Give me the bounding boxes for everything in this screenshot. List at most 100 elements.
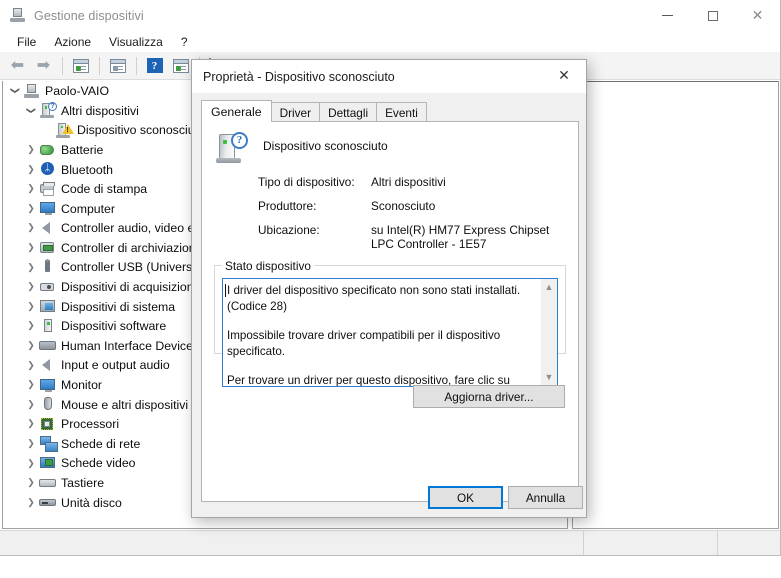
window-controls: ✕ — [645, 0, 780, 31]
mouse-icon — [39, 396, 56, 412]
property-value: su Intel(R) HM77 Express Chipset LPC Con… — [371, 223, 556, 251]
maximize-button[interactable] — [690, 0, 735, 31]
device-status-group: Stato dispositivo I driver del dispositi… — [214, 259, 566, 354]
chevron-right-icon[interactable]: ❯ — [23, 281, 39, 292]
device-status-text: I driver del dispositivo specificato non… — [223, 279, 540, 386]
chevron-right-icon[interactable]: ❯ — [23, 164, 39, 175]
group-legend: Stato dispositivo — [222, 259, 314, 273]
tree-item-label: Processori — [61, 417, 119, 430]
chevron-down-icon[interactable]: ❯ — [26, 102, 37, 118]
chevron-down-icon[interactable]: ▼ — [541, 369, 557, 386]
tree-item-label: Code di stampa — [61, 182, 147, 195]
properties-window-icon — [73, 59, 89, 73]
forward-button[interactable]: ➡ — [31, 54, 56, 78]
menu-help[interactable]: ? — [172, 33, 197, 51]
chevron-down-icon[interactable]: ❯ — [10, 83, 21, 99]
property-row-device-type: Tipo di dispositivo: Altri dispositivi — [258, 175, 568, 189]
chevron-right-icon[interactable]: ❯ — [23, 242, 39, 253]
tab-generale[interactable]: Generale — [201, 100, 272, 122]
chevron-right-icon[interactable]: ❯ — [23, 301, 39, 312]
storage-controller-icon — [39, 240, 56, 256]
chevron-right-icon[interactable]: ❯ — [23, 360, 39, 371]
minimize-button[interactable] — [645, 0, 690, 31]
arrow-left-icon: ⬅ — [11, 58, 24, 74]
chevron-right-icon[interactable]: ❯ — [23, 379, 39, 390]
tree-item-label: Controller di archiviazione — [61, 241, 202, 254]
tab-panel-generale: ? Dispositivo sconosciuto Tipo di dispos… — [201, 121, 579, 502]
window-titlebar: Gestione dispositivi ✕ — [0, 0, 780, 31]
status-line-2: Impossibile trovare driver compatibili p… — [227, 328, 535, 359]
tree-item-label: Dispositivo sconosciuto — [77, 123, 205, 136]
properties-button[interactable] — [68, 54, 93, 78]
close-button[interactable]: ✕ — [735, 0, 780, 31]
menu-visualizza[interactable]: Visualizza — [100, 33, 172, 51]
chevron-right-icon[interactable]: ❯ — [23, 183, 39, 194]
tree-item-label: Computer — [61, 202, 115, 215]
property-label: Produttore: — [258, 199, 371, 213]
arrow-right-icon: ➡ — [37, 58, 50, 74]
chevron-up-icon[interactable]: ▲ — [541, 279, 557, 296]
cancel-button[interactable]: Annulla — [508, 486, 583, 509]
scan-hardware-button[interactable] — [168, 54, 193, 78]
chevron-right-icon[interactable]: ❯ — [23, 418, 39, 429]
device-status-textbox[interactable]: I driver del dispositivo specificato non… — [222, 278, 558, 387]
tree-item-label: Paolo-VAIO — [45, 84, 109, 97]
details-pane — [572, 81, 779, 529]
tab-driver[interactable]: Driver — [271, 102, 320, 122]
speaker-icon — [39, 220, 56, 236]
chevron-right-icon[interactable]: ❯ — [23, 497, 39, 508]
statusbar-message — [0, 531, 584, 555]
menu-file[interactable]: File — [8, 33, 45, 51]
help-button[interactable]: ? — [142, 54, 167, 78]
usb-icon — [39, 259, 56, 275]
tab-eventi[interactable]: Eventi — [376, 102, 427, 122]
tree-item-label: Batterie — [61, 143, 103, 156]
tree-item-label: Schede video — [61, 456, 136, 469]
statusbar-cell-2 — [584, 531, 718, 555]
tree-item-label: Dispositivi di sistema — [61, 300, 175, 313]
back-button[interactable]: ⬅ — [5, 54, 30, 78]
hid-icon — [39, 338, 56, 354]
chevron-right-icon[interactable]: ❯ — [23, 222, 39, 233]
statusbar-cell-3 — [718, 531, 780, 555]
tree-item-label: Dispositivi software — [61, 319, 166, 332]
chevron-right-icon[interactable]: ❯ — [23, 399, 39, 410]
chevron-right-icon[interactable]: ❯ — [23, 262, 39, 273]
device-properties-list: Tipo di dispositivo: Altri dispositivi P… — [258, 175, 568, 261]
list-window-icon — [110, 59, 126, 73]
device-header: ? Dispositivo sconosciuto — [215, 132, 388, 164]
property-label: Tipo di dispositivo: — [258, 175, 371, 189]
tree-item-label: Bluetooth — [61, 163, 113, 176]
close-icon: ✕ — [558, 68, 570, 84]
toolbar-separator — [136, 57, 137, 75]
display-icon — [39, 377, 56, 393]
tree-item-label: Monitor — [61, 378, 102, 391]
tab-dettagli[interactable]: Dettagli — [319, 102, 377, 122]
device-manager-icon — [9, 7, 26, 24]
chevron-right-icon[interactable]: ❯ — [23, 340, 39, 351]
chevron-right-icon[interactable]: ❯ — [23, 458, 39, 469]
dialog-titlebar: Proprietà - Dispositivo sconosciuto ✕ — [192, 60, 586, 93]
update-driver-button[interactable] — [105, 54, 130, 78]
scan-window-icon — [173, 59, 189, 73]
network-adapter-icon — [39, 435, 56, 451]
chevron-right-icon[interactable]: ❯ — [23, 438, 39, 449]
status-line-1: I driver del dispositivo specificato non… — [227, 283, 535, 314]
chevron-right-icon[interactable]: ❯ — [23, 144, 39, 155]
device-properties-dialog: Proprietà - Dispositivo sconosciuto ✕ Ge… — [191, 59, 587, 518]
menu-azione[interactable]: Azione — [45, 33, 100, 51]
update-driver-button[interactable]: Aggiorna driver... — [413, 385, 565, 408]
dialog-title: Proprietà - Dispositivo sconosciuto — [203, 70, 395, 84]
unknown-device-icon: ? — [215, 132, 249, 164]
dialog-close-button[interactable]: ✕ — [542, 60, 586, 91]
chevron-right-icon[interactable]: ❯ — [23, 203, 39, 214]
ok-button[interactable]: OK — [428, 486, 503, 509]
printer-icon — [39, 181, 56, 197]
tree-item-label: Input e output audio — [61, 358, 170, 371]
chevron-right-icon[interactable]: ❯ — [23, 477, 39, 488]
help-question-icon: ? — [147, 58, 163, 73]
maximize-icon — [708, 11, 718, 21]
status-scrollbar[interactable]: ▲ ▼ — [540, 279, 557, 386]
computer-root-icon — [23, 83, 40, 99]
chevron-right-icon[interactable]: ❯ — [23, 320, 39, 331]
